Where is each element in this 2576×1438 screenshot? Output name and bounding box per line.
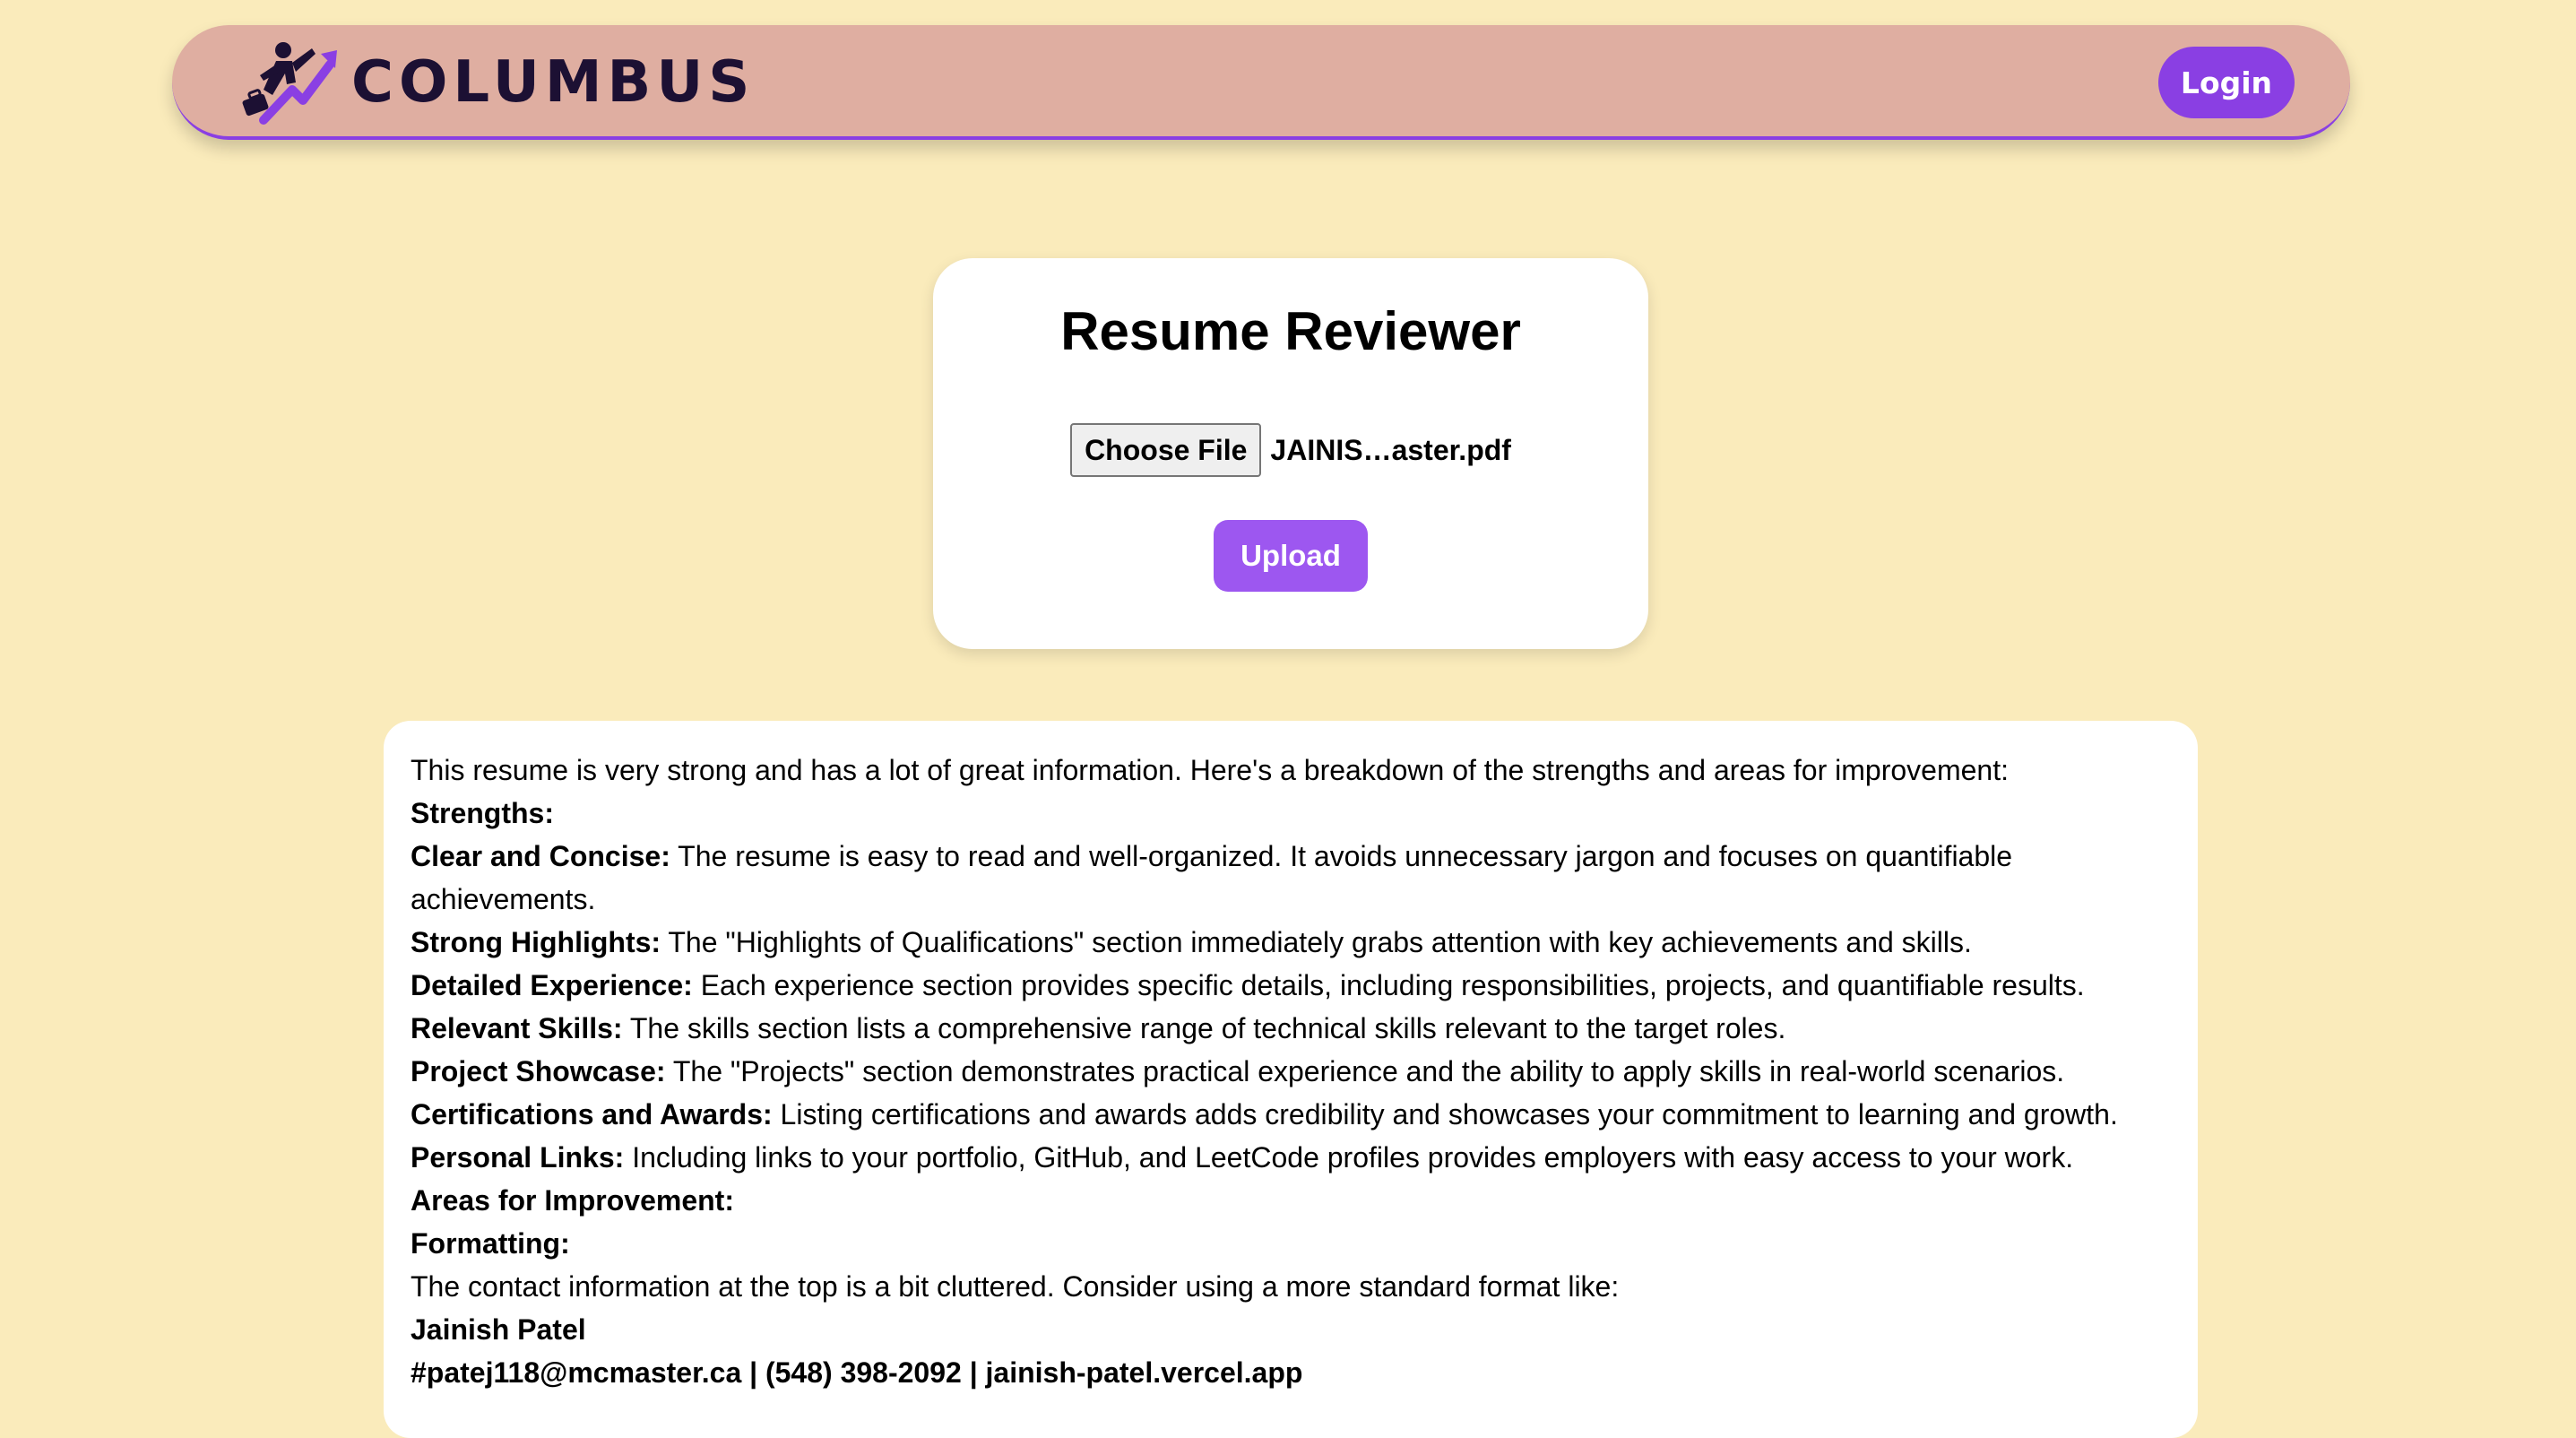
- contact-name: Jainish Patel: [411, 1313, 586, 1346]
- list-item: Relevant Skills: The skills section list…: [411, 1007, 2171, 1050]
- brand-logo[interactable]: COLUMBUS: [237, 38, 755, 127]
- file-input[interactable]: Choose File JAINIS…aster.pdf: [933, 423, 1648, 477]
- upload-card: Resume Reviewer Choose File JAINIS…aster…: [933, 258, 1648, 649]
- strength-title: Personal Links:: [411, 1141, 625, 1174]
- selected-file-name: JAINIS…aster.pdf: [1270, 433, 1511, 466]
- strength-text: The "Projects" section demonstrates prac…: [665, 1055, 2065, 1087]
- list-item: Personal Links: Including links to your …: [411, 1136, 2171, 1179]
- navbar: COLUMBUS Login: [172, 25, 2350, 140]
- strength-title: Clear and Concise:: [411, 840, 670, 872]
- rocket-figure-icon: [242, 42, 337, 125]
- formatting-heading: Formatting:: [411, 1227, 570, 1260]
- choose-file-button[interactable]: Choose File: [1070, 423, 1262, 477]
- improvement-heading: Areas for Improvement:: [411, 1184, 734, 1217]
- review-intro: This resume is very strong and has a lot…: [411, 754, 2009, 786]
- strength-text: Each experience section provides specifi…: [692, 969, 2085, 1001]
- brand-name: COLUMBUS: [351, 49, 756, 116]
- list-item: Strong Highlights: The "Highlights of Qu…: [411, 921, 2171, 964]
- strength-title: Relevant Skills:: [411, 1012, 623, 1044]
- upload-button[interactable]: Upload: [1214, 520, 1368, 592]
- login-button[interactable]: Login: [2158, 47, 2295, 118]
- strength-title: Detailed Experience:: [411, 969, 693, 1001]
- contact-line: #patej118@mcmaster.ca | (548) 398-2092 |…: [411, 1356, 1303, 1389]
- strength-title: Strong Highlights:: [411, 926, 661, 958]
- strength-title: Project Showcase:: [411, 1055, 666, 1087]
- strength-title: Certifications and Awards:: [411, 1098, 773, 1130]
- strength-text: The "Highlights of Qualifications" secti…: [661, 926, 1972, 958]
- list-item: Certifications and Awards: Listing certi…: [411, 1093, 2171, 1136]
- strength-text: Including links to your portfolio, GitHu…: [624, 1141, 2074, 1174]
- list-item: Clear and Concise: The resume is easy to…: [411, 835, 2171, 921]
- list-item: Detailed Experience: Each experience sec…: [411, 964, 2171, 1007]
- strength-text: The skills section lists a comprehensive…: [622, 1012, 1786, 1044]
- page-title: Resume Reviewer: [1060, 301, 1521, 361]
- strength-text: Listing certifications and awards adds c…: [772, 1098, 2118, 1130]
- strengths-heading: Strengths:: [411, 797, 554, 829]
- review-panel: This resume is very strong and has a lot…: [384, 721, 2198, 1438]
- list-item: Project Showcase: The "Projects" section…: [411, 1050, 2171, 1093]
- formatting-text: The contact information at the top is a …: [411, 1270, 1620, 1303]
